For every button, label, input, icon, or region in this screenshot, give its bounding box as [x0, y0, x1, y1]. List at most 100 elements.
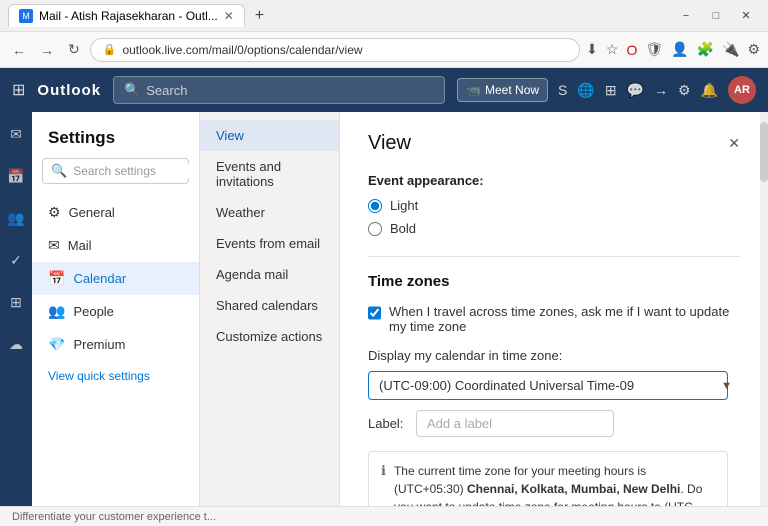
sidebar-mail-icon[interactable]: ✉: [2, 120, 30, 148]
apps-icon[interactable]: ⊞: [605, 82, 617, 99]
app-body: ✉ 📅 👥 ✓ ⊞ ☁ Settings 🔍 ⚙ General ✉ Mail: [0, 112, 768, 506]
outlook-app: ⊞ Outlook 🔍 📹 Meet Now S 🌐 ⊞ 💬 → ⚙ 🔔 AR …: [0, 68, 768, 526]
appearance-radio-group: Light Bold: [368, 198, 740, 236]
calendar-nav-icon: 📅: [48, 270, 65, 287]
header-actions: 📹 Meet Now S 🌐 ⊞ 💬 → ⚙ 🔔 AR: [457, 76, 756, 104]
new-tab-button[interactable]: +: [251, 7, 268, 25]
sidebar-onedrive-icon[interactable]: ☁: [2, 330, 30, 358]
refresh-button[interactable]: ↻: [64, 39, 84, 60]
back-button[interactable]: ←: [8, 40, 30, 60]
toolbar-icons: ⬇ ☆ O 🛡 👤 🧩 🔌 ⚙: [586, 41, 760, 58]
extension-icon[interactable]: 🧩: [697, 41, 714, 58]
scrollbar-thumb[interactable]: [760, 122, 768, 182]
search-input[interactable]: [146, 83, 434, 98]
time-zones-title: Time zones: [368, 273, 740, 290]
maximize-button[interactable]: □: [702, 2, 730, 30]
sidebar-calendar-icon[interactable]: 📅: [2, 162, 30, 190]
section-divider: [368, 256, 740, 257]
submenu-view[interactable]: View: [200, 120, 339, 151]
settings-icon[interactable]: ⚙: [747, 41, 760, 58]
calendar-label: Calendar: [73, 271, 126, 286]
settings-nav-premium[interactable]: 💎 Premium: [32, 328, 199, 361]
forward-button[interactable]: →: [36, 40, 58, 60]
info-icon: ℹ: [381, 463, 386, 479]
display-timezone-label: Display my calendar in time zone:: [368, 348, 740, 363]
mail-label: Mail: [68, 238, 92, 253]
grid-icon[interactable]: ⊞: [12, 80, 25, 100]
user-avatar[interactable]: AR: [728, 76, 756, 104]
search-bar[interactable]: 🔍: [113, 76, 445, 104]
bottom-bar: Differentiate your customer experience t…: [0, 506, 768, 526]
skype-icon[interactable]: S: [558, 82, 567, 98]
view-title: View: [368, 132, 411, 155]
scrollbar-track[interactable]: [760, 112, 768, 506]
mail-nav-icon: ✉: [48, 237, 60, 254]
event-appearance-label: Event appearance:: [368, 173, 740, 188]
settings-search-bar[interactable]: 🔍: [42, 158, 189, 184]
minimize-button[interactable]: −: [672, 2, 700, 30]
settings-search-input[interactable]: [73, 164, 200, 178]
light-option[interactable]: Light: [368, 198, 740, 213]
timezone-select[interactable]: (UTC-12:00) International Date Line West…: [368, 371, 728, 400]
view-quick-settings-link[interactable]: View quick settings: [32, 361, 199, 391]
settings-search-icon: 🔍: [51, 163, 67, 179]
meet-now-button[interactable]: 📹 Meet Now: [457, 78, 548, 102]
event-appearance-section: Event appearance: Light Bold: [368, 173, 740, 236]
light-radio[interactable]: [368, 199, 382, 213]
download-icon[interactable]: ⬇: [586, 41, 598, 58]
bell-icon[interactable]: 🔔: [701, 82, 718, 99]
submenu-agenda-mail[interactable]: Agenda mail: [200, 259, 339, 290]
settings-content: View ✕ Event appearance: Light Bold: [340, 112, 768, 506]
label-field-label: Label:: [368, 416, 408, 431]
header-settings-icon[interactable]: ⚙: [678, 82, 691, 99]
extensions-icon[interactable]: 🔌: [722, 41, 739, 58]
sidebar-apps-icon[interactable]: ⊞: [2, 288, 30, 316]
label-input[interactable]: [416, 410, 614, 437]
info-content: The current time zone for your meeting h…: [394, 462, 715, 506]
search-icon: 🔍: [124, 82, 140, 98]
submenu-events-invitations[interactable]: Events and invitations: [200, 151, 339, 197]
shield-icon[interactable]: 🛡: [645, 41, 663, 58]
travel-timezone-label: When I travel across time zones, ask me …: [389, 304, 740, 334]
bold-radio[interactable]: [368, 222, 382, 236]
section-header: View ✕: [368, 132, 740, 155]
bold-label: Bold: [390, 221, 416, 236]
close-button[interactable]: ✕: [732, 2, 760, 30]
meet-now-label: Meet Now: [485, 83, 539, 97]
premium-label: Premium: [73, 337, 125, 352]
sidebar-tasks-icon[interactable]: ✓: [2, 246, 30, 274]
browser-toolbar: ← → ↻ 🔒 outlook.live.com/mail/0/options/…: [0, 32, 768, 68]
timezone-select-wrapper: (UTC-12:00) International Date Line West…: [368, 371, 740, 400]
settings-title: Settings: [32, 124, 199, 158]
submenu-events-from-email[interactable]: Events from email: [200, 228, 339, 259]
submenu-shared-calendars[interactable]: Shared calendars: [200, 290, 339, 321]
travel-timezone-row: When I travel across time zones, ask me …: [368, 304, 740, 334]
send-icon[interactable]: →: [654, 82, 668, 98]
light-label: Light: [390, 198, 418, 213]
tab-title: Mail - Atish Rajasekharan - Outl...: [39, 9, 218, 23]
bing-icon[interactable]: 🌐: [577, 82, 594, 99]
close-panel-button[interactable]: ✕: [728, 135, 740, 152]
bookmark-icon[interactable]: ☆: [606, 41, 619, 58]
settings-nav-calendar[interactable]: 📅 Calendar: [32, 262, 199, 295]
settings-nav-mail[interactable]: ✉ Mail: [32, 229, 199, 262]
people-nav-icon: 👥: [48, 303, 65, 320]
travel-timezone-checkbox[interactable]: [368, 306, 381, 320]
general-label: General: [69, 205, 115, 220]
lock-icon: 🔒: [103, 43, 117, 56]
tab-close-button[interactable]: ✕: [224, 9, 234, 23]
settings-nav-general[interactable]: ⚙ General: [32, 196, 199, 229]
bold-option[interactable]: Bold: [368, 221, 740, 236]
sidebar-people-icon[interactable]: 👥: [2, 204, 30, 232]
browser-tab[interactable]: M Mail - Atish Rajasekharan - Outl... ✕: [8, 4, 245, 27]
address-bar[interactable]: 🔒 outlook.live.com/mail/0/options/calend…: [90, 38, 580, 62]
profile-icon[interactable]: 👤: [671, 41, 688, 58]
submenu-weather[interactable]: Weather: [200, 197, 339, 228]
settings-nav-people[interactable]: 👥 People: [32, 295, 199, 328]
label-row: Label:: [368, 410, 740, 437]
opera-icon[interactable]: O: [626, 42, 637, 58]
submenu-customize-actions[interactable]: Customize actions: [200, 321, 339, 352]
tab-favicon: M: [19, 9, 33, 23]
chat-icon[interactable]: 💬: [627, 82, 644, 99]
video-icon: 📹: [466, 83, 481, 97]
